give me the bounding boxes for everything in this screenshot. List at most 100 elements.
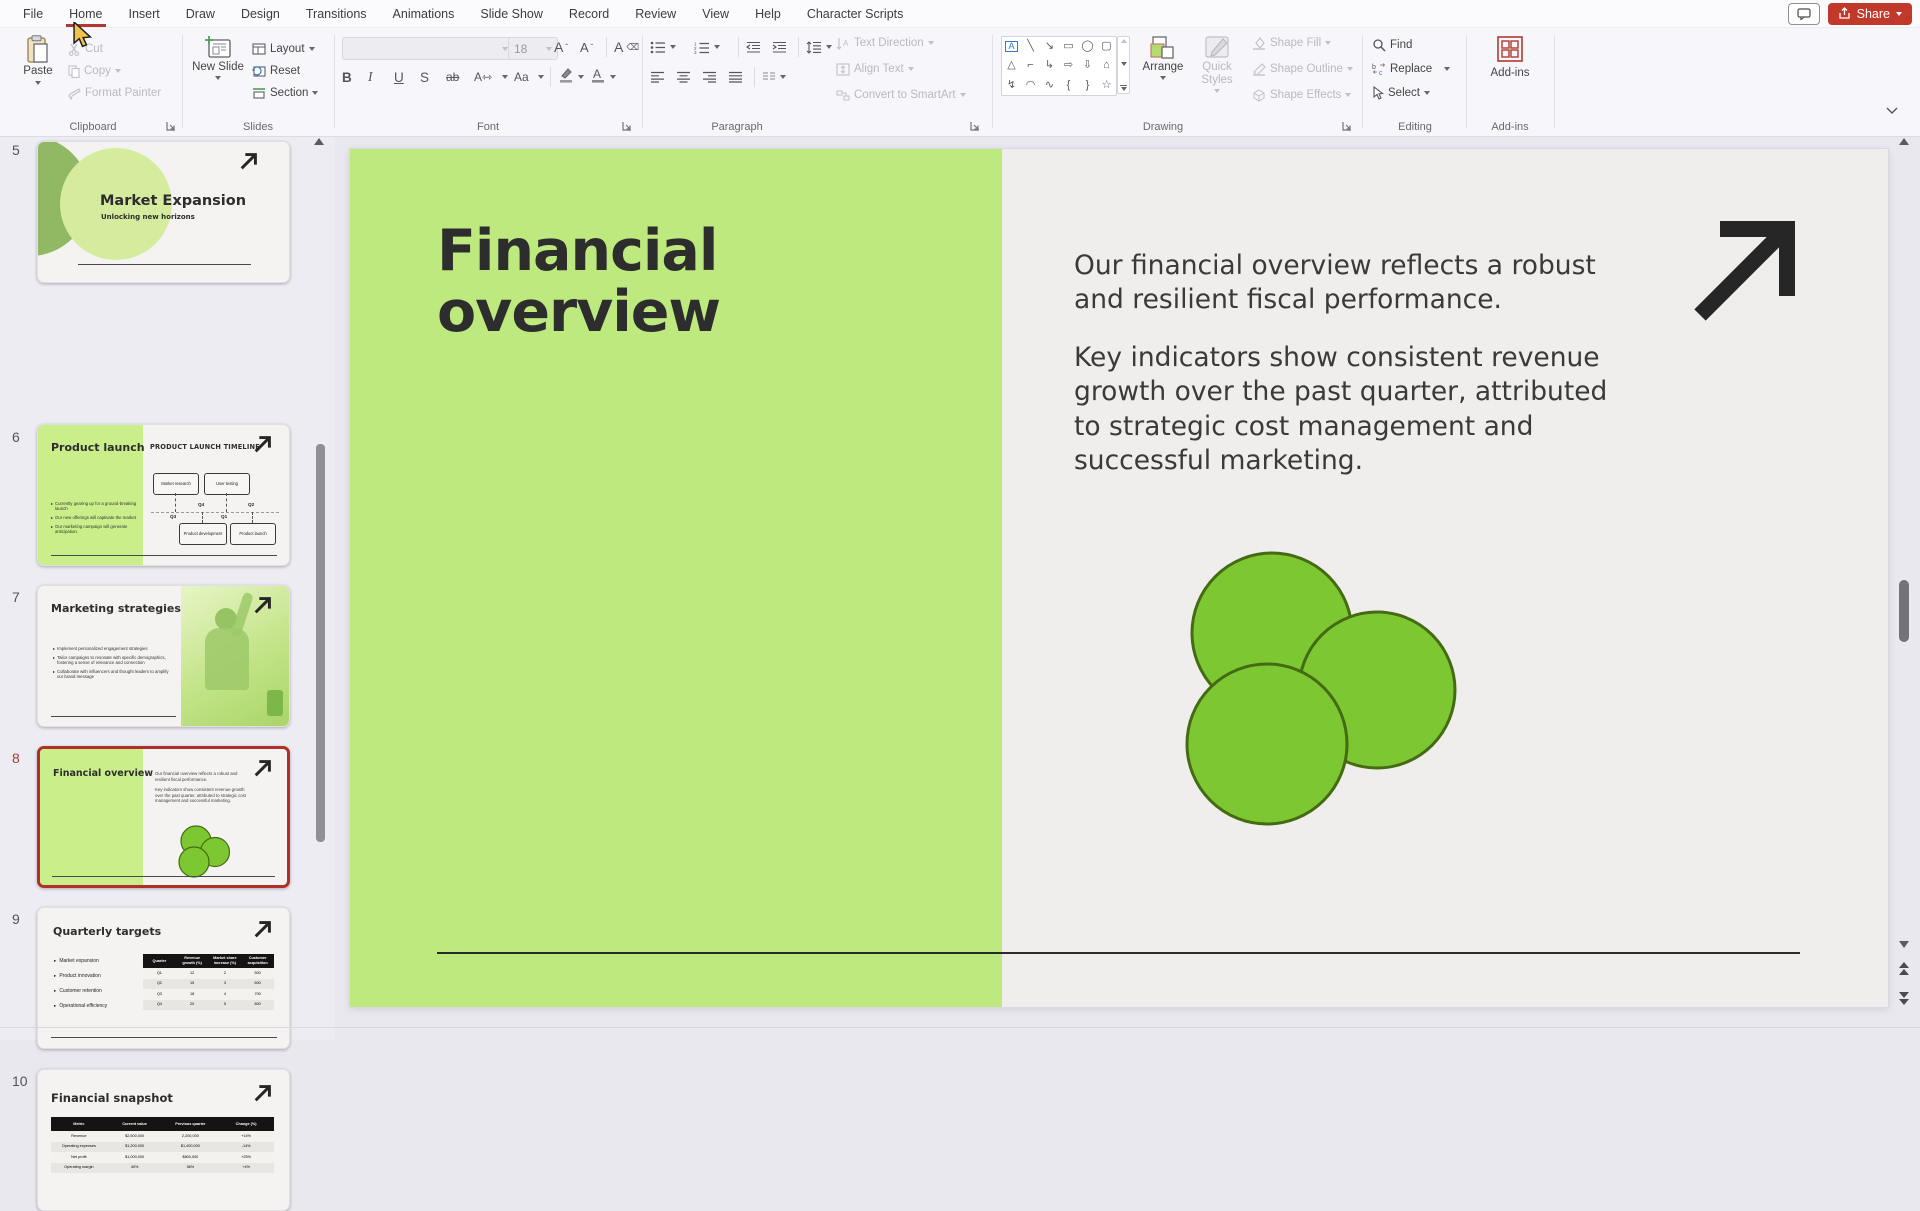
slide-body-text[interactable]: Our financial overview reflects a robust… bbox=[1074, 249, 1630, 502]
shape-effects-button: Shape Effects bbox=[1252, 85, 1351, 105]
shape-line-icon[interactable]: ╲ bbox=[1027, 41, 1034, 52]
comments-button[interactable] bbox=[1788, 3, 1820, 25]
align-center-button[interactable] bbox=[676, 67, 691, 87]
drawing-dialog-launcher[interactable] bbox=[1342, 121, 1352, 131]
shape-textbox-icon[interactable]: A bbox=[1005, 41, 1017, 52]
slide-thumbnail-5[interactable]: Market Expansion Unlocking new horizons bbox=[37, 141, 290, 283]
addins-button[interactable]: Add-ins bbox=[1478, 35, 1542, 80]
previous-slide-button[interactable] bbox=[1899, 962, 1909, 975]
section-button[interactable]: Section bbox=[252, 83, 318, 103]
thumbnail-scrollbar-thumb[interactable] bbox=[316, 444, 325, 842]
shape-right-arrow-icon[interactable]: ⇨ bbox=[1064, 60, 1073, 71]
gallery-more-icon[interactable] bbox=[1120, 85, 1127, 92]
paste-button[interactable]: Paste bbox=[16, 35, 60, 85]
arrange-button[interactable]: Arrange bbox=[1138, 35, 1188, 80]
shapes-gallery[interactable]: A ╲ ↘ ▭ ◯ ▢ △ ⌐ ↳ ⇨ ⇩ ⌂ ↯ ◠ ∿ { } ☆ bbox=[1001, 36, 1117, 96]
menu-tab-insert[interactable]: Insert bbox=[116, 1, 173, 27]
shape-triangle-icon[interactable]: △ bbox=[1007, 60, 1015, 71]
shape-arrow-icon[interactable]: ↘ bbox=[1045, 41, 1054, 52]
table-cell: Q4 bbox=[143, 1000, 176, 1011]
menu-tab-character-scripts[interactable]: Character Scripts bbox=[794, 1, 917, 27]
underline-button[interactable]: U bbox=[394, 67, 416, 87]
next-slide-button[interactable] bbox=[1899, 992, 1909, 1005]
font-color-button[interactable]: A bbox=[590, 65, 606, 85]
shape-right-brace-icon[interactable]: } bbox=[1086, 80, 1090, 91]
increase-indent-button[interactable] bbox=[772, 37, 787, 57]
new-slide-button[interactable]: New Slide bbox=[192, 35, 244, 80]
text-direction-icon: A bbox=[836, 37, 850, 50]
align-text-button: Align Text bbox=[836, 59, 914, 79]
thumb6-box-product-development: Product development bbox=[179, 523, 227, 545]
numbering-button[interactable]: 123 bbox=[694, 37, 720, 57]
shape-rounded-rectangle-icon[interactable]: ▢ bbox=[1101, 41, 1111, 52]
menu-tab-animations[interactable]: Animations bbox=[380, 1, 468, 27]
shape-corner-icon[interactable]: ⌂ bbox=[1103, 60, 1110, 71]
align-right-button[interactable] bbox=[702, 67, 717, 87]
thumb9-title: Quarterly targets bbox=[53, 926, 161, 938]
menu-tab-help[interactable]: Help bbox=[742, 1, 794, 27]
highlight-color-button[interactable] bbox=[558, 65, 574, 85]
slide-thumbnail-7[interactable]: Marketing strategies Implement personali… bbox=[37, 585, 290, 727]
thumb10-title: Financial snapshot bbox=[51, 1092, 173, 1105]
table-cell: +25% bbox=[218, 1152, 274, 1163]
shape-oval-icon[interactable]: ◯ bbox=[1081, 41, 1093, 52]
slide-arrow-shape[interactable] bbox=[1690, 219, 1800, 324]
reset-button[interactable]: Reset bbox=[252, 61, 300, 81]
shape-left-brace-icon[interactable]: { bbox=[1067, 80, 1071, 91]
menu-tab-view[interactable]: View bbox=[689, 1, 742, 27]
gallery-scroll-down-icon[interactable] bbox=[1121, 62, 1127, 66]
layout-button[interactable]: Layout bbox=[252, 39, 315, 59]
shrink-font-button[interactable]: Aˇ bbox=[580, 37, 593, 57]
columns-button[interactable] bbox=[762, 67, 786, 87]
shape-rectangle-icon[interactable]: ▭ bbox=[1063, 41, 1073, 52]
select-button[interactable]: Select bbox=[1372, 83, 1430, 103]
thumbnail-scroll-up-icon[interactable] bbox=[314, 138, 324, 145]
shape-freeform-icon[interactable]: ↯ bbox=[1007, 80, 1016, 91]
italic-button[interactable]: I bbox=[368, 67, 390, 87]
slide-title[interactable]: Financial overview bbox=[437, 221, 720, 343]
canvas-scroll-up-icon[interactable] bbox=[1899, 138, 1909, 145]
replace-button[interactable]: b c Replace bbox=[1372, 59, 1450, 79]
canvas-scroll-down-icon[interactable] bbox=[1899, 941, 1909, 948]
slides-group-label: Slides bbox=[186, 121, 330, 133]
shape-arc-icon[interactable]: ◠ bbox=[1026, 80, 1036, 91]
grow-font-button[interactable]: Aˆ bbox=[554, 37, 568, 57]
bold-button[interactable]: B bbox=[342, 67, 364, 87]
decrease-indent-button[interactable] bbox=[746, 37, 761, 57]
menu-tab-record[interactable]: Record bbox=[556, 1, 622, 27]
slide-thumbnail-8[interactable]: Financial overview Our financial overvie… bbox=[37, 746, 290, 888]
align-left-button[interactable] bbox=[650, 67, 665, 87]
shape-down-arrow-icon[interactable]: ⇩ bbox=[1083, 60, 1092, 71]
character-spacing-button[interactable]: A⇿ bbox=[474, 67, 496, 87]
clipboard-dialog-launcher[interactable] bbox=[166, 121, 176, 131]
shadow-button[interactable]: S bbox=[420, 67, 442, 87]
bullets-button[interactable] bbox=[650, 37, 676, 57]
canvas-scrollbar-thumb[interactable] bbox=[1899, 580, 1909, 642]
table-cell: Net profit bbox=[51, 1152, 107, 1163]
shape-elbow-arrow-icon[interactable]: ↳ bbox=[1045, 60, 1054, 71]
menu-tab-slideshow[interactable]: Slide Show bbox=[467, 1, 556, 27]
justify-button[interactable] bbox=[728, 67, 743, 87]
shape-elbow-connector-icon[interactable]: ⌐ bbox=[1027, 60, 1033, 71]
shape-curve-icon[interactable]: ∿ bbox=[1045, 80, 1054, 91]
menu-tab-design[interactable]: Design bbox=[228, 1, 293, 27]
slide-thumbnail-10[interactable]: Financial snapshot MetricCurrent valuePr… bbox=[37, 1069, 290, 1211]
clear-formatting-button[interactable]: A⌫ bbox=[614, 37, 639, 57]
slide-bottom-rule[interactable] bbox=[437, 952, 1800, 954]
strikethrough-button[interactable]: ab bbox=[446, 67, 468, 87]
menu-tab-review[interactable]: Review bbox=[622, 1, 689, 27]
share-button[interactable]: Share bbox=[1828, 3, 1912, 25]
ribbon: Paste Cut Copy Format Painter Cli bbox=[0, 27, 1920, 137]
slide-thumbnail-6[interactable]: Product launch PRODUCT LAUNCH TIMELINE C… bbox=[37, 424, 290, 566]
thumb7-bullet: Collaborate with influencers and thought… bbox=[53, 669, 175, 680]
shape-star-icon[interactable]: ☆ bbox=[1102, 80, 1112, 91]
find-button[interactable]: Find bbox=[1372, 35, 1412, 55]
slide-circles-shape[interactable] bbox=[1140, 524, 1530, 874]
menu-tab-draw[interactable]: Draw bbox=[173, 1, 228, 27]
menu-tab-file[interactable]: File bbox=[10, 1, 56, 27]
collapse-ribbon-icon[interactable] bbox=[1886, 107, 1898, 115]
change-case-button[interactable]: Aa bbox=[514, 67, 536, 87]
menu-tab-transitions[interactable]: Transitions bbox=[293, 1, 380, 27]
line-spacing-button[interactable] bbox=[806, 37, 832, 57]
ribbon-group-slides: New Slide Layout Reset Section bbox=[186, 27, 330, 136]
